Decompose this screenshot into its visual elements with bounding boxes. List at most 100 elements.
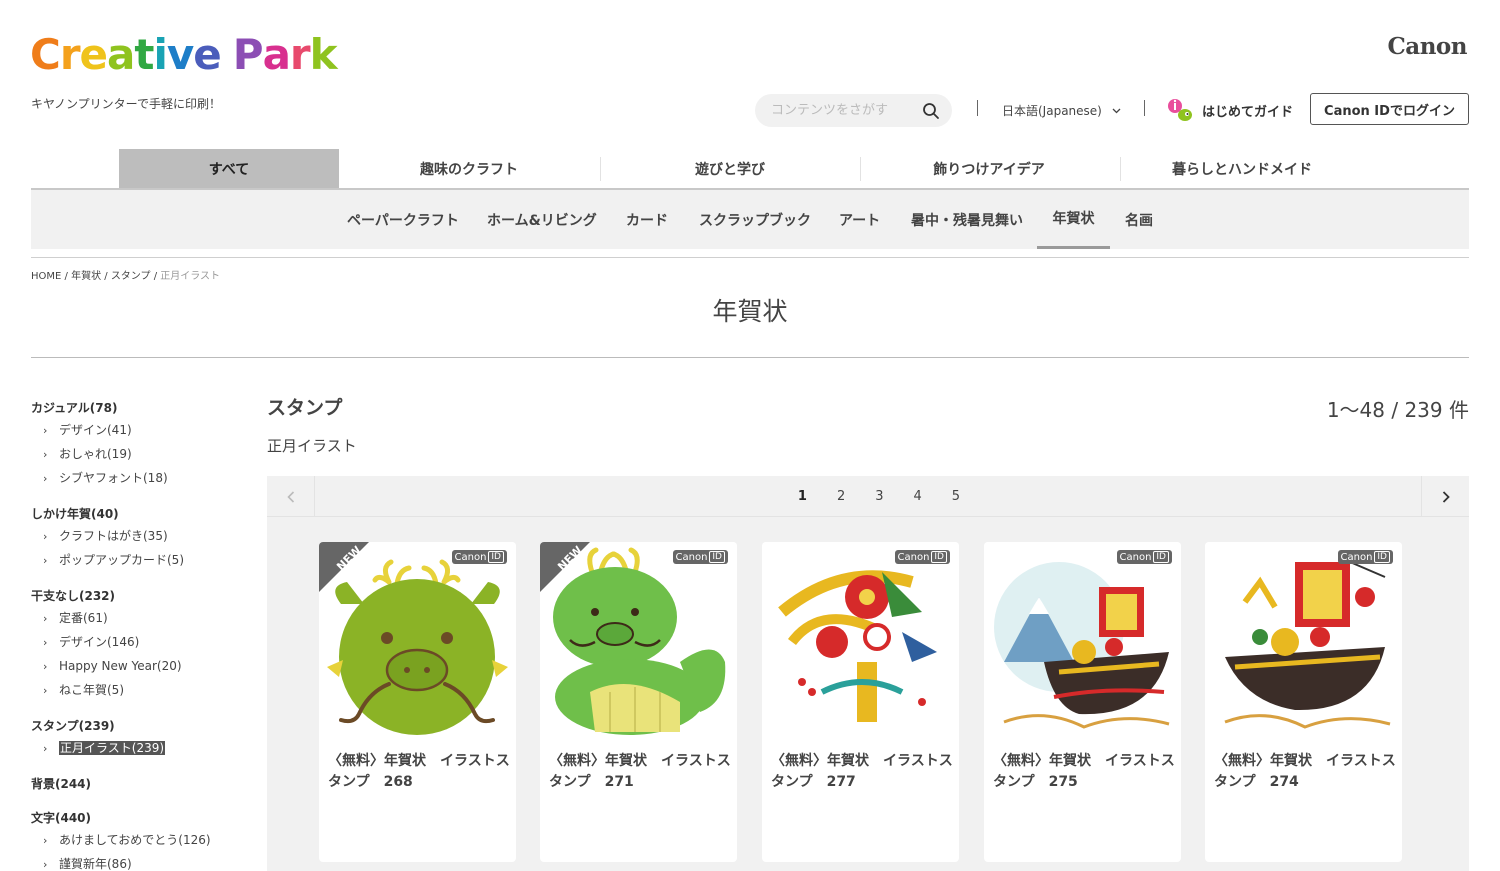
page-title: 年賀状 (712, 297, 788, 326)
subcategory-label: おしゃれ(19) (59, 447, 132, 461)
subcategory-link[interactable]: › 定番(61) (31, 606, 251, 630)
subnav-papercraft[interactable]: ペーパークラフト (347, 190, 459, 249)
subcategory-label: クラフトはがき(35) (59, 529, 168, 543)
chevron-right-icon: › (43, 554, 48, 567)
page-number-3[interactable]: 3 (875, 489, 883, 504)
sub-nav: ペーパークラフト ホーム&リビング カード スクラップブック アート 暑中・残暑… (31, 190, 1469, 249)
prev-page-button[interactable] (267, 476, 315, 517)
main-nav: すべて 趣味のクラフト 遊びと学び 飾りつけアイデア 暮らしとハンドメイド (31, 149, 1469, 190)
subcategory-link[interactable]: › ポップアップカード(5) (31, 548, 251, 572)
result-count: 1〜48 / 239 件 (1326, 398, 1469, 422)
logo-letter: r (289, 30, 311, 79)
subnav-art[interactable]: アート (839, 190, 880, 249)
category-group: 干支なし(232) › 定番(61) › デザイン(146) › Happy New Yea… (31, 586, 251, 702)
breadcrumb-current: 正月イラスト (160, 271, 221, 282)
content-card[interactable]: NEW Canon ID 〈無料〉年賀状 イラストスタンプ 271 (540, 542, 737, 862)
subnav-home-living[interactable]: ホーム&リビング (487, 190, 597, 249)
category-group: しかけ年賀(40) › クラフトはがき(35) › ポップアップカード(5) (31, 504, 251, 572)
new-ribbon: NEW (540, 542, 590, 592)
chevron-right-icon: › (43, 530, 48, 543)
pagination: 1 2 3 4 5 (267, 476, 1469, 517)
subnav-summer-greetings[interactable]: 暑中・残暑見舞い (911, 190, 1023, 249)
search-icon[interactable] (922, 102, 940, 120)
subcategory-label: Happy New Year(20) (59, 659, 182, 673)
card-title[interactable]: 〈無料〉年賀状 イラストスタンプ 268 (328, 751, 510, 793)
breadcrumb-sep: / (150, 271, 161, 282)
search-box[interactable] (755, 94, 952, 127)
tab-lifestyle[interactable]: 暮らしとハンドメイド (1132, 149, 1352, 188)
subnav-scrapbook[interactable]: スクラップブック (699, 190, 811, 249)
category-link[interactable]: 背景(244) (31, 774, 251, 794)
page-number-4[interactable]: 4 (914, 489, 922, 504)
badge-id: ID (1153, 551, 1169, 563)
chevron-down-icon (1112, 108, 1121, 113)
language-selector[interactable]: 日本語(Japanese) (1002, 102, 1121, 119)
section-subtitle: 正月イラスト (267, 437, 357, 455)
chevron-right-icon: › (43, 684, 48, 697)
category-link[interactable]: しかけ年賀(40) (31, 504, 251, 524)
tab-all[interactable]: すべて (119, 149, 339, 188)
login-button[interactable]: Canon IDでログイン (1310, 93, 1469, 125)
next-page-button[interactable] (1421, 476, 1469, 517)
guide-link[interactable]: はじめてガイド (1166, 97, 1293, 123)
page-number-5[interactable]: 5 (952, 489, 960, 504)
category-link[interactable]: スタンプ(239) (31, 716, 251, 736)
subcategory-link[interactable]: › おしゃれ(19) (31, 442, 251, 466)
content-card[interactable]: Canon ID 〈無料〉年賀状 イラストスタンプ 275 (984, 542, 1181, 862)
page-number-1[interactable]: 1 (798, 489, 807, 504)
tab-decoration[interactable]: 飾りつけアイデア (879, 149, 1099, 188)
subnav-card[interactable]: カード (626, 190, 668, 249)
header-separator (1144, 100, 1145, 116)
subcategory-link[interactable]: › クラフトはがき(35) (31, 524, 251, 548)
content-card[interactable]: Canon ID 〈無料〉年賀状 イラストスタンプ 277 (762, 542, 959, 862)
logo-letter: e (193, 30, 221, 79)
category-group: スタンプ(239) › 正月イラスト(239) (31, 716, 251, 760)
divider (31, 257, 1469, 258)
chevron-right-icon: › (43, 448, 48, 461)
card-title[interactable]: 〈無料〉年賀状 イラストスタンプ 277 (771, 751, 953, 793)
subcategory-link[interactable]: › Happy New Year(20) (31, 654, 251, 678)
subcategory-label: 定番(61) (59, 611, 108, 625)
tagline: キヤノンプリンターで手軽に印刷！ (31, 97, 221, 111)
card-title[interactable]: 〈無料〉年賀状 イラストスタンプ 274 (1214, 751, 1396, 793)
subcategory-link[interactable]: › あけましておめでとう(126) (31, 828, 251, 852)
canon-logo[interactable]: Canon (1388, 33, 1468, 60)
subcategory-link[interactable]: › 謹賀新年(86) (31, 852, 251, 871)
badge-text: Canon (897, 551, 930, 563)
card-title[interactable]: 〈無料〉年賀状 イラストスタンプ 271 (549, 751, 731, 793)
logo-letter: t (134, 30, 154, 79)
subcategory-link[interactable]: › デザイン(41) (31, 418, 251, 442)
subcategory-link[interactable]: › 正月イラスト(239) (31, 736, 251, 760)
chevron-right-icon: › (43, 612, 48, 625)
subnav-masterpiece[interactable]: 名画 (1125, 190, 1153, 249)
content-card[interactable]: Canon ID 〈無料〉年賀状 イラストスタンプ 274 (1205, 542, 1402, 862)
content-card[interactable]: NEW Canon ID 〈無料〉年賀状 イラストスタンプ 268 (319, 542, 516, 862)
chevron-right-icon: › (43, 858, 48, 871)
card-title[interactable]: 〈無料〉年賀状 イラストスタンプ 275 (993, 751, 1175, 793)
subcategory-link[interactable]: › ねこ年賀(5) (31, 678, 251, 702)
breadcrumb-home[interactable]: HOME (31, 271, 61, 282)
creative-park-logo[interactable]: Creative Park (30, 30, 338, 79)
category-link[interactable]: 文字(440) (31, 808, 251, 828)
badge-id: ID (931, 551, 947, 563)
search-input[interactable] (771, 103, 921, 118)
tab-hobby-craft[interactable]: 趣味のクラフト (359, 149, 579, 188)
subnav-new-year-card[interactable]: 年賀状 (1037, 190, 1110, 249)
breadcrumb-stamp[interactable]: スタンプ (111, 271, 151, 282)
subcategory-link[interactable]: › デザイン(146) (31, 630, 251, 654)
chevron-right-icon: › (43, 472, 48, 485)
logo-letter: r (59, 30, 81, 79)
page-number-2[interactable]: 2 (837, 489, 845, 504)
guide-label: はじめてガイド (1202, 104, 1294, 120)
breadcrumb-new-year[interactable]: 年賀状 (71, 271, 101, 282)
tab-play-learn[interactable]: 遊びと学び (620, 149, 840, 188)
section-title: スタンプ (267, 397, 343, 419)
page-numbers: 1 2 3 4 5 (267, 476, 1469, 517)
divider (31, 357, 1469, 358)
category-link[interactable]: カジュアル(78) (31, 398, 251, 418)
category-group: カジュアル(78) › デザイン(41) › おしゃれ(19) › シブヤフォント(18) (31, 398, 251, 490)
chevron-right-icon: › (43, 742, 48, 755)
header-separator (977, 100, 978, 116)
subcategory-link[interactable]: › シブヤフォント(18) (31, 466, 251, 490)
category-link[interactable]: 干支なし(232) (31, 586, 251, 606)
